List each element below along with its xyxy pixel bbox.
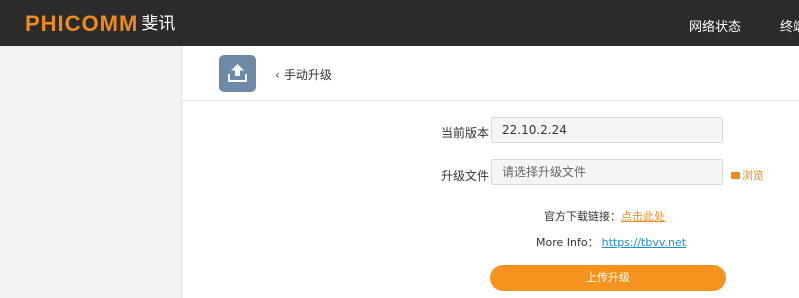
sidebar: [0, 46, 182, 298]
file-label: 升级文件: [441, 169, 490, 183]
chevron-left-icon: ‹: [275, 68, 280, 82]
version-field: 22.10.2.24: [491, 117, 723, 143]
download-line: 官方下载链接：点击此处: [544, 208, 665, 224]
upload-button[interactable]: 上传升级: [490, 265, 726, 291]
top-bar: PHICOMM 斐讯 网络状态 终端: [0, 0, 799, 46]
brand-name-en: PHICOMM: [25, 11, 139, 36]
folder-icon: [731, 172, 740, 179]
version-label: 当前版本: [441, 126, 490, 140]
file-field[interactable]: 请选择升级文件: [491, 159, 723, 185]
divider: [181, 100, 799, 101]
info-line: More Info： https://tbvv.net: [536, 234, 686, 250]
brand-name-cn: 斐讯: [141, 14, 176, 34]
download-link[interactable]: 点击此处: [621, 210, 665, 223]
nav-terminal[interactable]: 终端: [780, 16, 799, 35]
back-label: 手动升级: [283, 68, 332, 82]
browse-label: 浏览: [742, 169, 764, 182]
info-prefix: More Info：: [536, 236, 599, 249]
upload-icon: [219, 55, 256, 92]
info-link[interactable]: https://tbvv.net: [602, 236, 686, 249]
download-prefix: 官方下载链接：: [544, 210, 621, 223]
brand-logo[interactable]: PHICOMM 斐讯: [25, 13, 175, 35]
browse-button[interactable]: 浏览: [731, 167, 764, 183]
back-link[interactable]: ‹ 手动升级: [275, 66, 332, 83]
nav-network-status[interactable]: 网络状态: [689, 16, 741, 35]
